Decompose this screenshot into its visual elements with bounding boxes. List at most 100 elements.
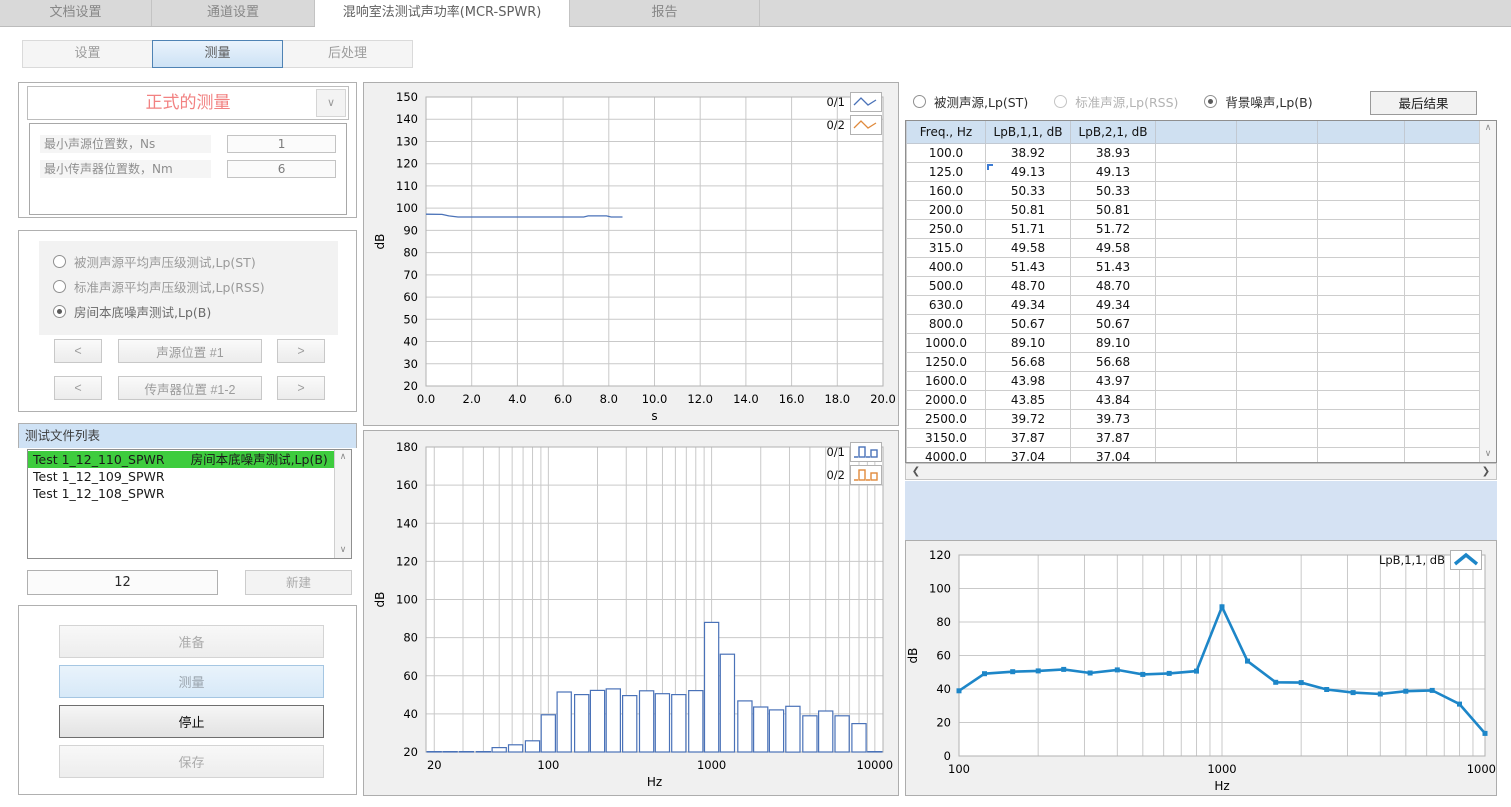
scroll-down-icon[interactable]: ∨ [335, 543, 351, 558]
radio-icon[interactable] [53, 280, 66, 293]
sub-tab[interactable]: 测量 [152, 40, 283, 68]
table-cell[interactable] [1405, 296, 1480, 315]
table-row[interactable]: 1000.089.1089.10 [907, 334, 1480, 353]
table-cell[interactable] [1237, 353, 1318, 372]
table-cell[interactable]: 3150.0 [907, 429, 986, 448]
table-cell[interactable] [1318, 258, 1405, 277]
test-type-option[interactable]: 被测声源平均声压级测试,Lp(ST) [53, 253, 256, 269]
table-cell[interactable]: 37.04 [1071, 448, 1156, 463]
table-cell[interactable]: 37.87 [986, 429, 1071, 448]
main-tab[interactable]: 文档设置 [0, 0, 152, 26]
result-type-option[interactable]: 背景噪声,Lp(B) [1204, 92, 1312, 111]
table-cell[interactable] [1318, 353, 1405, 372]
table-cell[interactable] [1318, 163, 1405, 182]
table-cell[interactable]: 50.81 [986, 201, 1071, 220]
table-cell[interactable] [1237, 258, 1318, 277]
table-cell[interactable]: 630.0 [907, 296, 986, 315]
table-cell[interactable] [1156, 448, 1237, 463]
table-cell[interactable] [1156, 296, 1237, 315]
table-cell[interactable]: 400.0 [907, 258, 986, 277]
table-row[interactable]: 1250.056.6856.68 [907, 353, 1480, 372]
table-cell[interactable] [1156, 429, 1237, 448]
sub-tab[interactable]: 后处理 [282, 40, 413, 68]
main-tab[interactable]: 报告 [570, 0, 760, 26]
radio-icon[interactable] [53, 305, 66, 318]
table-cell[interactable] [1318, 429, 1405, 448]
table-cell[interactable] [1156, 410, 1237, 429]
table-cell[interactable] [1156, 372, 1237, 391]
table-cell[interactable]: 49.58 [1071, 239, 1156, 258]
table-cell[interactable]: 50.81 [1071, 201, 1156, 220]
table-cell[interactable] [1405, 277, 1480, 296]
table-cell[interactable] [1156, 182, 1237, 201]
table-cell[interactable]: 43.84 [1071, 391, 1156, 410]
new-file-button[interactable]: 新建 [245, 570, 352, 595]
table-cell[interactable]: 51.43 [986, 258, 1071, 277]
list-item[interactable]: Test 1_12_110_SPWR房间本底噪声测试,Lp(B) [28, 451, 334, 468]
table-cell[interactable]: 49.34 [1071, 296, 1156, 315]
list-item[interactable]: Test 1_12_108_SPWR [28, 485, 334, 502]
table-cell[interactable] [1237, 429, 1318, 448]
table-cell[interactable]: 38.93 [1071, 144, 1156, 163]
table-row[interactable]: 100.038.9238.93 [907, 144, 1480, 163]
file-counter-field[interactable]: 12 [27, 570, 218, 595]
table-cell[interactable]: 1000.0 [907, 334, 986, 353]
table-row[interactable]: 3150.037.8737.87 [907, 429, 1480, 448]
scroll-down-icon[interactable]: ∨ [1480, 447, 1496, 462]
table-cell[interactable]: 51.71 [986, 220, 1071, 239]
source-position-prev-button[interactable]: < [54, 339, 102, 363]
table-cell[interactable]: 49.34 [986, 296, 1071, 315]
table-cell[interactable] [1318, 182, 1405, 201]
table-cell[interactable]: 39.72 [986, 410, 1071, 429]
table-cell[interactable]: 51.72 [1071, 220, 1156, 239]
radio-icon[interactable] [913, 95, 926, 108]
table-cell[interactable]: 49.13 [986, 163, 1071, 182]
table-cell[interactable] [1318, 315, 1405, 334]
stop-button[interactable]: 停止 [59, 705, 324, 738]
table-cell[interactable]: 49.58 [986, 239, 1071, 258]
table-cell[interactable]: 56.68 [1071, 353, 1156, 372]
table-cell[interactable]: 89.10 [986, 334, 1071, 353]
table-cell[interactable] [1405, 239, 1480, 258]
table-row[interactable]: 2000.043.8543.84 [907, 391, 1480, 410]
measure-button[interactable]: 测量 [59, 665, 324, 698]
table-cell[interactable] [1405, 372, 1480, 391]
table-cell[interactable]: 200.0 [907, 201, 986, 220]
table-cell[interactable] [1405, 144, 1480, 163]
table-cell[interactable] [1237, 201, 1318, 220]
prepare-button[interactable]: 准备 [59, 625, 324, 658]
mic-position-button[interactable]: 传声器位置 #1-2 [118, 376, 262, 400]
table-cell[interactable]: 43.85 [986, 391, 1071, 410]
test-type-option[interactable]: 房间本底噪声测试,Lp(B) [53, 303, 211, 319]
table-cell[interactable] [1405, 220, 1480, 239]
table-cell[interactable] [1156, 353, 1237, 372]
table-cell[interactable] [1405, 448, 1480, 463]
table-cell[interactable] [1156, 258, 1237, 277]
mic-position-prev-button[interactable]: < [54, 376, 102, 400]
table-cell[interactable] [1405, 410, 1480, 429]
table-row[interactable]: 200.050.8150.81 [907, 201, 1480, 220]
table-cell[interactable] [1156, 201, 1237, 220]
table-cell[interactable] [1156, 144, 1237, 163]
table-cell[interactable]: 48.70 [986, 277, 1071, 296]
table-cell[interactable] [1318, 239, 1405, 258]
table-hscrollbar[interactable]: ❮ ❯ [905, 463, 1497, 480]
table-cell[interactable]: 2000.0 [907, 391, 986, 410]
table-cell[interactable]: 50.33 [1071, 182, 1156, 201]
table-cell[interactable] [1318, 334, 1405, 353]
table-cell[interactable] [1318, 144, 1405, 163]
table-cell[interactable] [1156, 239, 1237, 258]
table-cell[interactable] [1156, 163, 1237, 182]
table-cell[interactable]: 4000.0 [907, 448, 986, 463]
min-mic-positions-field[interactable]: 6 [227, 160, 336, 178]
radio-icon[interactable] [1054, 95, 1067, 108]
table-cell[interactable]: 160.0 [907, 182, 986, 201]
table-cell[interactable] [1405, 353, 1480, 372]
table-cell[interactable]: 800.0 [907, 315, 986, 334]
table-cell[interactable]: 100.0 [907, 144, 986, 163]
table-cell[interactable] [1237, 239, 1318, 258]
scroll-up-icon[interactable]: ∧ [1480, 121, 1496, 136]
table-cell[interactable]: 1600.0 [907, 372, 986, 391]
table-cell[interactable] [1405, 258, 1480, 277]
table-cell[interactable] [1318, 220, 1405, 239]
